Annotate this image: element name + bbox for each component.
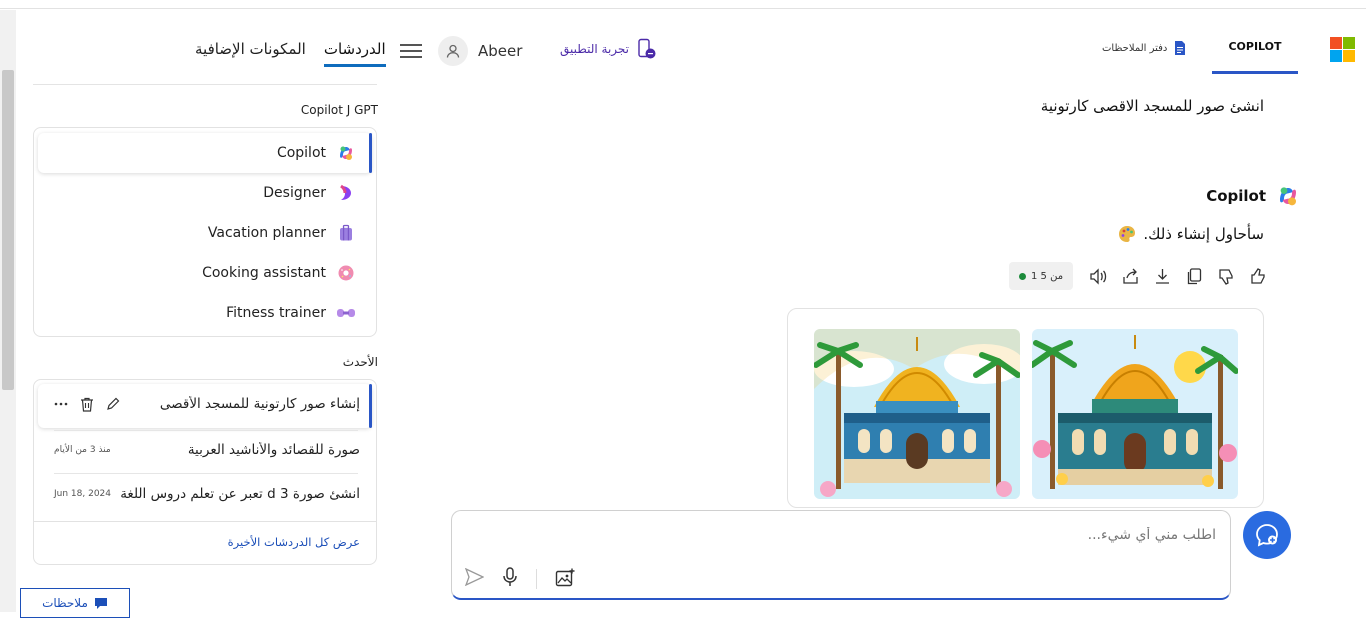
composer-tools: [464, 567, 575, 591]
try-app-button[interactable]: تجربة التطبيق: [560, 38, 657, 60]
microsoft-logo-icon: [1330, 37, 1355, 62]
response-page-indicator[interactable]: 1 من 5: [1009, 262, 1074, 290]
recent-item-1[interactable]: إنشاء صور كارتونية للمسجد الأقصى: [54, 396, 360, 412]
copilot-icon: [1280, 187, 1296, 206]
thumbs-down-icon[interactable]: [1217, 267, 1236, 286]
recent-item-title: انشئ صورة 3 d تعبر عن تعلم دروس اللغة: [120, 486, 360, 502]
gpt-item-vacation-planner[interactable]: Vacation planner: [208, 223, 356, 243]
palette-emoji-icon: [1119, 226, 1136, 242]
user-message: انشئ صور للمسجد الاقصى كارتونية: [1040, 97, 1264, 115]
chat-input[interactable]: [516, 527, 1216, 543]
suitcase-icon: [336, 223, 356, 243]
microphone-icon[interactable]: [502, 567, 518, 591]
download-icon[interactable]: [1153, 267, 1172, 286]
bot-name: Copilot: [1206, 187, 1266, 205]
tab-plugins[interactable]: المكونات الإضافية: [195, 40, 306, 67]
add-image-icon[interactable]: [555, 568, 575, 591]
gpt-item-label: Vacation planner: [207, 225, 326, 241]
new-chat-icon: [1256, 524, 1278, 547]
status-dot: [1019, 272, 1026, 280]
copilot-icon: [336, 143, 356, 163]
composer-separator: [536, 569, 537, 589]
feedback-button[interactable]: ملاحظات: [20, 588, 130, 618]
phone-app-icon: [638, 38, 656, 59]
tab-copilot[interactable]: COPILOT: [1212, 40, 1298, 74]
window-top-bar: [0, 0, 1366, 9]
recent-item-title: صورة للقصائد والأناشيد العربية: [187, 442, 360, 458]
gpts-list: Copilot Designer Vacation planner Cookin…: [33, 127, 377, 337]
see-all-chats-link[interactable]: عرض كل الدردشات الأخيرة: [228, 535, 360, 549]
sidebar-divider: [33, 84, 377, 85]
new-topic-button[interactable]: [1243, 511, 1291, 559]
hamburger-menu-icon[interactable]: [400, 43, 422, 59]
gpt-selected-indicator: [369, 133, 372, 173]
bot-reply-text: سأحاول إنشاء ذلك.: [1143, 225, 1264, 243]
gpts-section-title: Copilot J GPT: [300, 103, 378, 117]
recent-selected-indicator: [369, 384, 372, 428]
designer-icon: [336, 183, 356, 203]
feedback-label: ملاحظات: [42, 596, 88, 610]
recent-item-title: إنشاء صور كارتونية للمسجد الأقصى: [159, 396, 360, 412]
send-icon[interactable]: [464, 567, 485, 590]
message-actions-bar: 1 من 5: [1009, 262, 1268, 290]
thumbs-up-icon[interactable]: [1249, 267, 1268, 286]
user-area: Abeer: [400, 36, 522, 66]
try-app-label: تجربة التطبيق: [560, 42, 629, 56]
copy-icon[interactable]: [1185, 267, 1204, 286]
gpt-item-copilot[interactable]: Copilot: [277, 143, 356, 163]
share-icon[interactable]: [1121, 267, 1140, 286]
recent-item-actions: [54, 397, 120, 412]
gpt-item-designer[interactable]: Designer: [263, 183, 356, 203]
gpt-item-fitness-trainer[interactable]: Fitness trainer: [226, 303, 356, 323]
tab-chats[interactable]: الدردشات: [323, 40, 386, 67]
gpt-item-label: Copilot: [276, 145, 326, 161]
tab-notebook[interactable]: دفتر الملاحظات: [1102, 40, 1187, 56]
donut-icon: [336, 263, 356, 283]
see-all-divider: [33, 521, 377, 522]
gpt-item-label: Cooking assistant: [202, 265, 326, 281]
gpt-item-cooking-assistant[interactable]: Cooking assistant: [202, 263, 356, 283]
delete-icon[interactable]: [80, 397, 94, 412]
recent-item-date: منذ 3 من الأيام: [54, 445, 111, 455]
notebook-tab-label: دفتر الملاحظات: [1102, 42, 1168, 54]
bot-reply: سأحاول إنشاء ذلك.: [1117, 224, 1264, 244]
generated-image-1[interactable]: [814, 329, 1020, 499]
sidebar-tabs: الدردشات المكونات الإضافية: [195, 40, 386, 67]
chat-bubble-icon: [94, 597, 107, 609]
page-indicator-text: 1 من 5: [1031, 270, 1064, 282]
recent-row-separator: [54, 430, 358, 431]
recent-item-3[interactable]: انشئ صورة 3 d تعبر عن تعلم دروس اللغة Ju…: [54, 486, 360, 502]
user-name[interactable]: Abeer: [478, 42, 522, 60]
notebook-icon: [1175, 41, 1186, 55]
generated-images-card: [787, 308, 1264, 508]
more-options-icon[interactable]: [54, 397, 68, 411]
gpt-item-label: Fitness trainer: [226, 305, 326, 321]
avatar[interactable]: [438, 36, 468, 66]
message-composer: [451, 510, 1231, 600]
edit-icon[interactable]: [106, 397, 120, 411]
page-scrollbar[interactable]: [0, 10, 16, 612]
gpt-item-label: Designer: [263, 185, 326, 201]
person-icon: [446, 44, 460, 58]
read-aloud-icon[interactable]: [1089, 267, 1108, 286]
recent-item-2[interactable]: صورة للقصائد والأناشيد العربية منذ 3 من …: [54, 442, 360, 458]
recent-row-separator: [54, 473, 358, 474]
scrollbar-thumb[interactable]: [2, 70, 14, 390]
recent-item-date: Jun 18, 2024: [54, 489, 112, 499]
bot-header: Copilot: [1206, 184, 1300, 208]
dumbbell-icon: [336, 303, 356, 323]
recent-section-title: الأحدث: [342, 355, 378, 369]
generated-image-2[interactable]: [1032, 329, 1238, 499]
